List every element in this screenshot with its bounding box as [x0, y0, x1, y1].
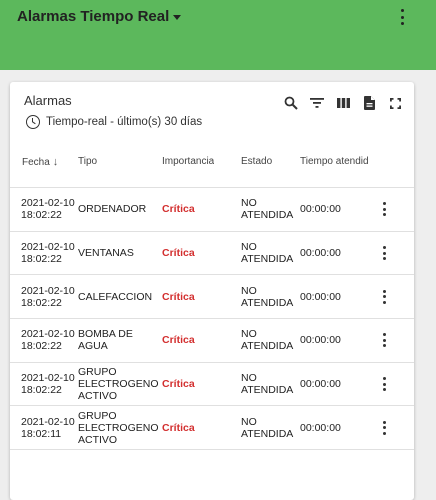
- cell-tipo: GRUPO ELECTROGENO ACTIVO: [78, 366, 159, 403]
- cell-importancia: Crítica: [162, 247, 195, 260]
- table-row[interactable]: 2021-02-10 18:02:22 BOMBA DE AGUA Crítica N…: [10, 319, 414, 363]
- cell-importancia: Crítica: [162, 334, 195, 347]
- dashboard-title-dropdown[interactable]: Alarmas Tiempo Real: [17, 8, 182, 25]
- cell-tiempo: 00:00:00: [300, 334, 341, 347]
- cell-fecha: 2021-02-10 18:02:11: [21, 415, 75, 440]
- table-header: Fecha ↓ Tipo Importancia Estado Tiempo at…: [10, 152, 414, 188]
- cell-estado: NO ATENDIDA: [241, 197, 294, 222]
- column-header-tiempo[interactable]: Tiempo atendido: [300, 156, 368, 167]
- cell-tiempo: 00:00:00: [300, 203, 341, 216]
- cell-tipo: VENTANAS: [78, 247, 134, 260]
- column-header-label: Fecha: [22, 157, 50, 168]
- column-header-fecha[interactable]: Fecha ↓: [22, 156, 58, 168]
- dashboard-title: Alarmas Tiempo Real: [17, 8, 170, 25]
- row-more-vert-icon[interactable]: [376, 406, 392, 449]
- cell-tipo: ORDENADOR: [78, 203, 147, 216]
- cell-estado: NO ATENDIDA: [241, 284, 294, 309]
- table-body: 2021-02-10 18:02:22 ORDENADOR Crítica NO AT…: [10, 188, 414, 451]
- cell-fecha: 2021-02-10 18:02:22: [21, 372, 75, 397]
- cell-tiempo: 00:00:00: [300, 247, 341, 260]
- table-row[interactable]: 2021-02-10 18:02:11 GRUPO ELECTROGENO ACT…: [10, 406, 414, 451]
- more-vert-icon[interactable]: [396, 8, 408, 26]
- cell-importancia: Crítica: [162, 290, 195, 303]
- table-row[interactable]: 2021-02-10 18:02:22 GRUPO ELECTROGENO ACT…: [10, 363, 414, 407]
- timewindow-label: Tiempo-real - último(s) 30 días: [46, 116, 203, 128]
- column-header-tipo[interactable]: Tipo: [78, 156, 97, 167]
- row-more-vert-icon[interactable]: [376, 232, 392, 275]
- export-pdf-icon[interactable]: [356, 94, 382, 112]
- table-row[interactable]: 2021-02-10 18:02:22 ORDENADOR Crítica NO AT…: [10, 188, 414, 232]
- row-more-vert-icon[interactable]: [376, 188, 392, 231]
- cell-fecha: 2021-02-10 18:02:22: [21, 284, 75, 309]
- widget-title: Alarmas: [24, 93, 72, 108]
- columns-icon[interactable]: [330, 94, 356, 112]
- caret-down-icon: [173, 14, 182, 20]
- fullscreen-icon[interactable]: [382, 94, 408, 112]
- cell-importancia: Crítica: [162, 378, 195, 391]
- timewindow[interactable]: Tiempo-real - último(s) 30 días: [26, 115, 202, 129]
- cell-estado: NO ATENDIDA: [241, 241, 294, 266]
- app-bar: Alarmas Tiempo Real: [0, 0, 436, 70]
- cell-estado: NO ATENDIDA: [241, 328, 294, 353]
- cell-estado: NO ATENDIDA: [241, 372, 294, 397]
- cell-tipo: CALEFACCION: [78, 290, 153, 303]
- table-row[interactable]: 2021-02-10 18:02:22 CALEFACCION Crítica NO …: [10, 275, 414, 320]
- search-icon[interactable]: [278, 94, 304, 112]
- filter-icon[interactable]: [304, 94, 330, 112]
- cell-importancia: Crítica: [162, 203, 195, 216]
- row-more-vert-icon[interactable]: [376, 319, 392, 362]
- clock-icon: [26, 115, 40, 129]
- arrow-down-icon: ↓: [52, 156, 59, 168]
- cell-fecha: 2021-02-10 18:02:22: [21, 241, 75, 266]
- column-header-importancia[interactable]: Importancia: [162, 156, 214, 167]
- cell-estado: NO ATENDIDA: [241, 415, 294, 440]
- column-header-estado[interactable]: Estado: [241, 156, 272, 167]
- cell-tipo: BOMBA DE AGUA: [78, 328, 133, 353]
- row-more-vert-icon[interactable]: [376, 363, 392, 406]
- cell-fecha: 2021-02-10 18:02:22: [21, 328, 75, 353]
- cell-tipo: GRUPO ELECTROGENO ACTIVO: [78, 409, 159, 446]
- cell-tiempo: 00:00:00: [300, 290, 341, 303]
- alarms-widget: Alarmas Tiempo-real - último(s) 30 días …: [10, 82, 414, 500]
- cell-tiempo: 00:00:00: [300, 378, 341, 391]
- table-row[interactable]: 2021-02-10 18:02:22 VENTANAS Crítica NO ATE…: [10, 232, 414, 276]
- row-more-vert-icon[interactable]: [376, 275, 392, 318]
- widget-toolbar: [278, 94, 408, 112]
- cell-importancia: Crítica: [162, 421, 195, 434]
- cell-fecha: 2021-02-10 18:02:22: [21, 197, 75, 222]
- cell-tiempo: 00:00:00: [300, 421, 341, 434]
